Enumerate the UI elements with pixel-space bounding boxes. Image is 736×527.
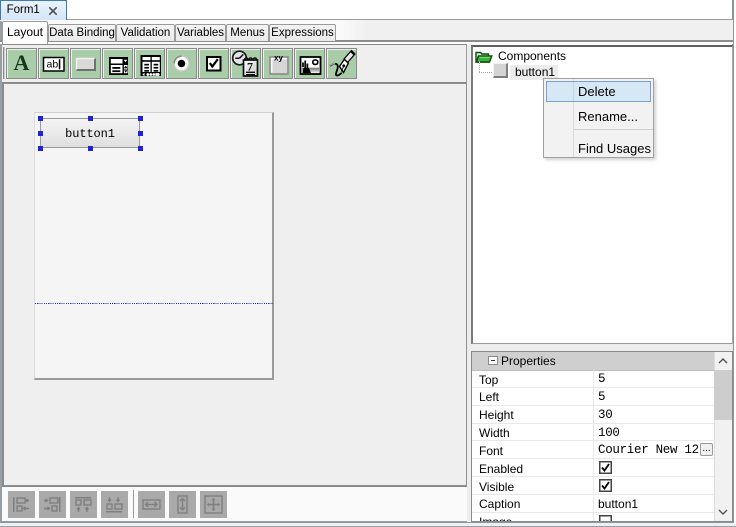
svg-text:xy: xy — [274, 53, 283, 62]
svg-text:ab: ab — [47, 58, 59, 70]
svg-text:7: 7 — [247, 59, 253, 73]
